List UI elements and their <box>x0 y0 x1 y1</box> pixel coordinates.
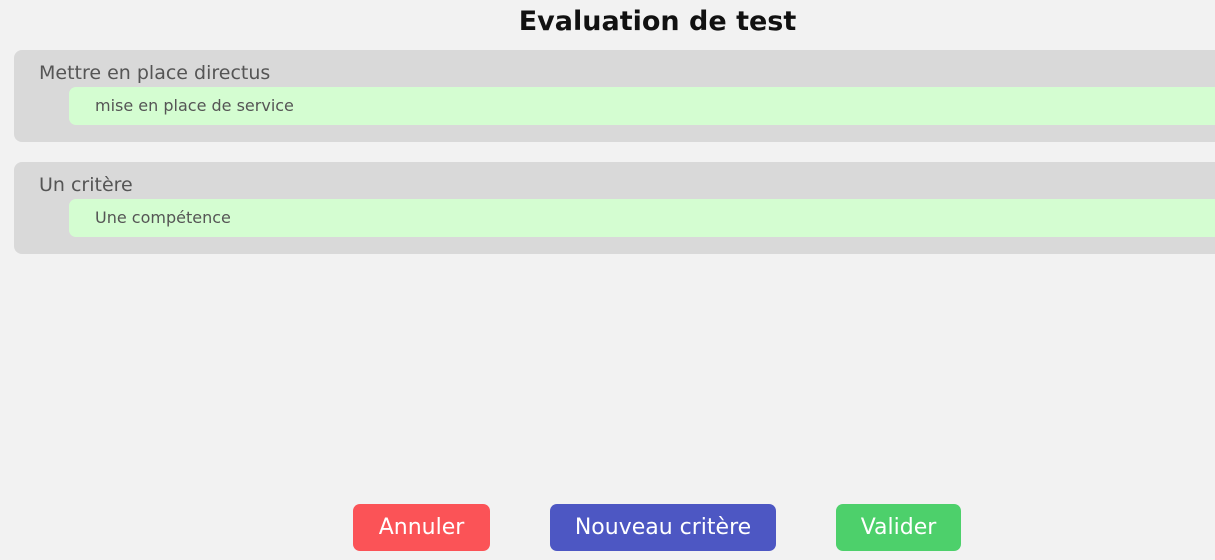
action-bar: Annuler Nouveau critère Valider <box>0 504 1215 551</box>
criterion-title: Mettre en place directus <box>39 62 271 84</box>
page-title: Evaluation de test <box>518 6 797 37</box>
cancel-button[interactable]: Annuler <box>353 504 490 551</box>
criterion-card[interactable]: Mettre en place directus mise en place d… <box>14 50 1215 142</box>
criterion-title: Un critère <box>39 174 133 196</box>
skill-row[interactable]: mise en place de service <box>69 87 1215 125</box>
new-criterion-button[interactable]: Nouveau critère <box>550 504 776 551</box>
criteria-list: Mettre en place directus mise en place d… <box>14 50 1215 274</box>
criterion-card[interactable]: Un critère Une compétence <box>14 162 1215 254</box>
skill-label: mise en place de service <box>95 96 294 115</box>
skill-row[interactable]: Une compétence <box>69 199 1215 237</box>
evaluation-page: Evaluation de test Mettre en place direc… <box>0 0 1215 560</box>
skill-label: Une compétence <box>95 208 231 227</box>
validate-button[interactable]: Valider <box>836 504 961 551</box>
